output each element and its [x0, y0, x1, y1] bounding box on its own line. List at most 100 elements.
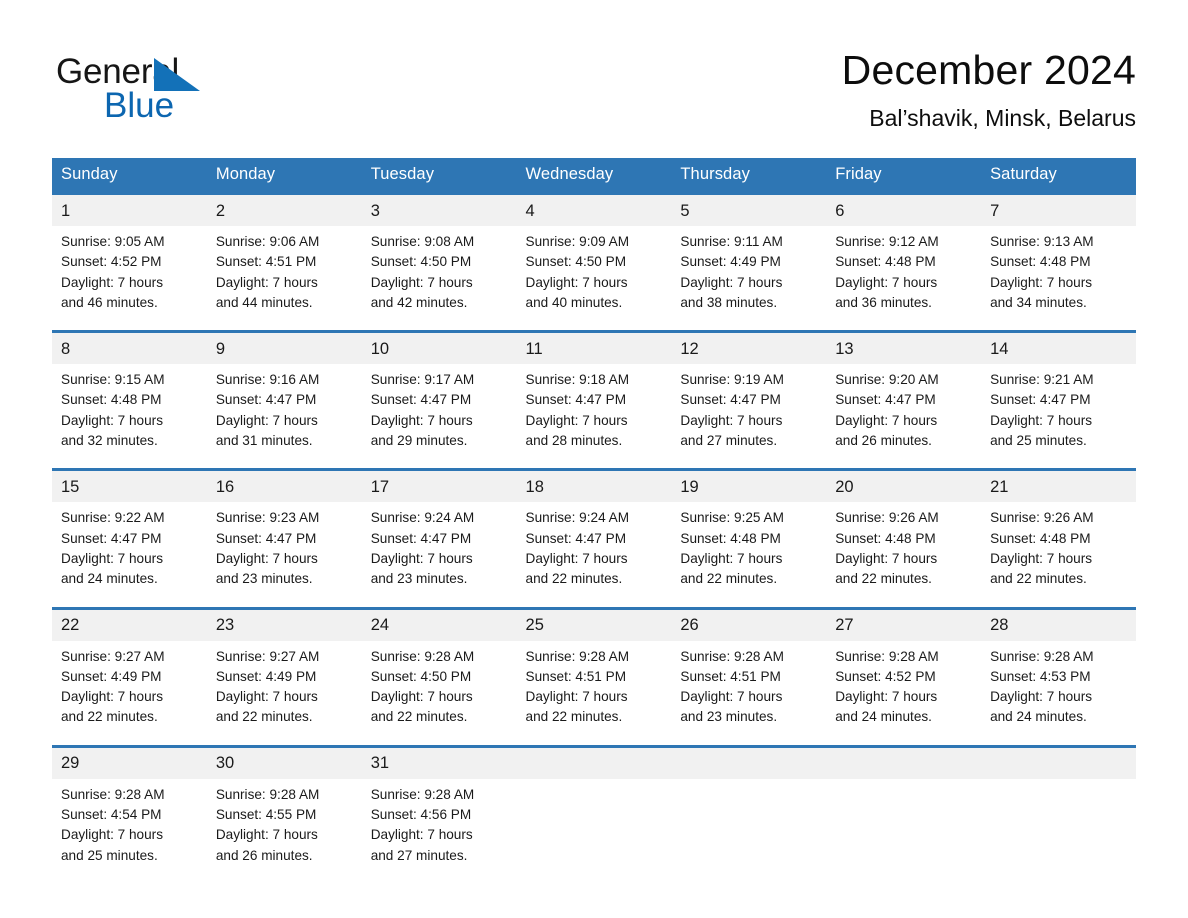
day-daylight-line1-text: Daylight: 7 hours — [215, 827, 318, 843]
day-number-cell[interactable]: 31 — [361, 747, 517, 779]
day-daylight-line1-text: Daylight: 7 hours — [680, 689, 783, 705]
day-number-cell[interactable]: 6 — [826, 195, 982, 226]
day-detail-placeholder — [990, 846, 1130, 866]
day-daylight-line1-text: Daylight: 7 hours — [835, 274, 938, 290]
day-cell[interactable]: Sunrise: 9:27 AM Sunset: 4:49 PM Daylight:… — [206, 640, 362, 732]
day-cell[interactable]: Sunrise: 9:28 AM Sunset: 4:51 PM Daylight:… — [671, 640, 827, 732]
day-sunrise-text: Sunrise: 9:27 AM — [215, 648, 320, 664]
day-number-cell[interactable]: 23 — [206, 609, 362, 641]
day-cell[interactable]: Sunrise: 9:09 AM Sunset: 4:50 PM Daylight:… — [516, 226, 672, 318]
day-daylight-line2-text: and 22 minutes. — [61, 709, 158, 725]
day-number-cell[interactable]: 30 — [206, 747, 362, 779]
day-number-cell[interactable]: 20 — [826, 471, 982, 503]
day-number-cell[interactable]: 7 — [981, 195, 1136, 226]
day-number-cell[interactable]: 17 — [361, 471, 517, 503]
day-sunrise-text: Sunrise: 9:25 AM — [680, 510, 784, 526]
day-cell[interactable]: Sunrise: 9:27 AM Sunset: 4:49 PM Daylight:… — [52, 640, 207, 732]
day-number-cell[interactable]: 4 — [516, 195, 672, 226]
day-sunset-text: Sunset: 4:47 PM — [215, 530, 317, 546]
day-sunset-text: Sunset: 4:52 PM — [835, 668, 936, 684]
day-sunset-text: Sunset: 4:54 PM — [61, 807, 162, 823]
day-cell[interactable]: Sunrise: 9:13 AM Sunset: 4:48 PM Daylight:… — [981, 226, 1136, 318]
day-number-cell[interactable]: 1 — [52, 195, 207, 226]
day-cell[interactable]: Sunrise: 9:20 AM Sunset: 4:47 PM Daylight:… — [826, 364, 982, 456]
day-daylight-line2-text: and 27 minutes. — [370, 847, 468, 863]
day-cell[interactable]: Sunrise: 9:26 AM Sunset: 4:48 PM Daylight:… — [826, 502, 982, 594]
day-cell[interactable]: Sunrise: 9:08 AM Sunset: 4:50 PM Daylight:… — [361, 226, 517, 318]
day-daylight-line1-text: Daylight: 7 hours — [525, 689, 628, 705]
day-cell[interactable]: Sunrise: 9:28 AM Sunset: 4:55 PM Daylight:… — [206, 778, 362, 870]
day-detail-row: Sunrise: 9:28 AM Sunset: 4:54 PM Daylight:… — [52, 778, 1136, 870]
day-sunrise-text: Sunrise: 9:28 AM — [680, 648, 784, 664]
day-number-cell[interactable]: 28 — [981, 609, 1136, 641]
day-daylight-line1-text: Daylight: 7 hours — [370, 412, 473, 428]
day-cell[interactable]: Sunrise: 9:24 AM Sunset: 4:47 PM Daylight:… — [516, 502, 672, 594]
day-cell[interactable]: Sunrise: 9:17 AM Sunset: 4:47 PM Daylight:… — [361, 364, 517, 456]
day-daylight-line2-text: and 23 minutes. — [680, 709, 778, 725]
weekday-header-wednesday: Wednesday — [516, 158, 672, 192]
day-cell[interactable]: Sunrise: 9:28 AM Sunset: 4:53 PM Daylight:… — [981, 640, 1136, 732]
day-cell[interactable]: Sunrise: 9:24 AM Sunset: 4:47 PM Daylight:… — [361, 502, 517, 594]
calendar-body: 1 2 3 4 5 6 7 Sunrise: 9:05 AM Sunset: 4:52 PM Da… — [52, 192, 1136, 870]
day-daylight-line1-text: Daylight: 7 hours — [680, 412, 783, 428]
day-sunrise-text: Sunrise: 9:06 AM — [215, 234, 320, 249]
day-number-cell[interactable]: 15 — [52, 471, 207, 503]
day-cell[interactable]: Sunrise: 9:28 AM Sunset: 4:50 PM Daylight:… — [361, 640, 517, 732]
day-sunrise-text: Sunrise: 9:16 AM — [215, 372, 320, 388]
day-number-cell[interactable]: 11 — [516, 333, 672, 365]
day-cell[interactable]: Sunrise: 9:16 AM Sunset: 4:47 PM Daylight:… — [206, 364, 362, 456]
day-sunset-text: Sunset: 4:47 PM — [990, 392, 1091, 408]
day-number-cell[interactable]: 16 — [206, 471, 362, 503]
day-cell[interactable]: Sunrise: 9:05 AM Sunset: 4:52 PM Daylight:… — [52, 226, 207, 318]
day-number-cell[interactable]: 12 — [671, 333, 827, 365]
day-number-cell[interactable]: 8 — [52, 333, 207, 365]
day-cell[interactable]: Sunrise: 9:28 AM Sunset: 4:52 PM Daylight:… — [826, 640, 982, 732]
day-number-cell[interactable]: 27 — [826, 609, 982, 641]
day-number-cell[interactable]: 21 — [981, 471, 1136, 503]
day-cell[interactable]: Sunrise: 9:19 AM Sunset: 4:47 PM Daylight:… — [671, 364, 827, 456]
day-number-cell[interactable]: 24 — [361, 609, 517, 641]
day-cell[interactable]: Sunrise: 9:15 AM Sunset: 4:48 PM Daylight:… — [52, 364, 207, 456]
day-number-cell[interactable]: 26 — [671, 609, 827, 641]
day-cell[interactable]: Sunrise: 9:23 AM Sunset: 4:47 PM Daylight:… — [206, 502, 362, 594]
day-sunset-text: Sunset: 4:49 PM — [61, 668, 162, 684]
day-cell[interactable]: Sunrise: 9:21 AM Sunset: 4:47 PM Daylight:… — [981, 364, 1136, 456]
day-number-cell[interactable]: 19 — [671, 471, 827, 503]
day-number-cell[interactable]: 29 — [52, 747, 207, 779]
day-sunset-text: Sunset: 4:56 PM — [370, 807, 472, 823]
day-number-cell[interactable]: 18 — [516, 471, 672, 503]
day-cell[interactable]: Sunrise: 9:11 AM Sunset: 4:49 PM Daylight:… — [671, 226, 827, 318]
day-number-cell[interactable]: 25 — [516, 609, 672, 641]
day-cell[interactable]: Sunrise: 9:18 AM Sunset: 4:47 PM Daylight:… — [516, 364, 672, 456]
day-detail-placeholder — [526, 846, 666, 866]
day-daylight-line2-text: and 38 minutes. — [680, 294, 778, 310]
day-cell[interactable]: Sunrise: 9:28 AM Sunset: 4:56 PM Daylight:… — [361, 778, 517, 870]
day-number-cell[interactable]: 5 — [671, 195, 827, 226]
day-number-cell[interactable]: 14 — [981, 333, 1136, 365]
day-number-cell-empty — [671, 747, 827, 779]
day-number-cell[interactable]: 22 — [52, 609, 207, 641]
day-number-cell[interactable]: 13 — [826, 333, 982, 365]
day-cell[interactable]: Sunrise: 9:25 AM Sunset: 4:48 PM Daylight:… — [671, 502, 827, 594]
calendar-page: General Blue December 2024 Bal’shavik, M… — [0, 0, 1188, 918]
day-cell[interactable]: Sunrise: 9:26 AM Sunset: 4:48 PM Daylight:… — [981, 502, 1136, 594]
day-daylight-line1-text: Daylight: 7 hours — [525, 412, 628, 428]
day-sunset-text: Sunset: 4:48 PM — [990, 530, 1091, 546]
day-daylight-line1-text: Daylight: 7 hours — [990, 550, 1093, 566]
day-number-cell[interactable]: 10 — [361, 333, 517, 365]
day-sunrise-text: Sunrise: 9:15 AM — [61, 372, 165, 388]
day-cell[interactable]: Sunrise: 9:06 AM Sunset: 4:51 PM Daylight:… — [206, 226, 362, 318]
day-number-cell[interactable]: 2 — [206, 195, 362, 226]
day-number-cell[interactable]: 9 — [206, 333, 362, 365]
day-cell[interactable]: Sunrise: 9:22 AM Sunset: 4:47 PM Daylight:… — [52, 502, 207, 594]
day-number-cell[interactable]: 3 — [361, 195, 517, 226]
day-detail-placeholder — [990, 825, 1130, 845]
day-detail-row: Sunrise: 9:15 AM Sunset: 4:48 PM Daylight:… — [52, 364, 1136, 456]
calendar-header-row: Sunday Monday Tuesday Wednesday Thursday… — [52, 158, 1136, 192]
page-title: December 2024 — [841, 47, 1136, 93]
day-cell[interactable]: Sunrise: 9:28 AM Sunset: 4:51 PM Daylight:… — [516, 640, 672, 732]
day-cell[interactable]: Sunrise: 9:12 AM Sunset: 4:48 PM Daylight:… — [826, 226, 982, 318]
day-number-cell-empty — [981, 747, 1136, 779]
day-cell[interactable]: Sunrise: 9:28 AM Sunset: 4:54 PM Daylight:… — [52, 778, 207, 870]
general-blue-logo[interactable]: General Blue — [56, 52, 316, 142]
